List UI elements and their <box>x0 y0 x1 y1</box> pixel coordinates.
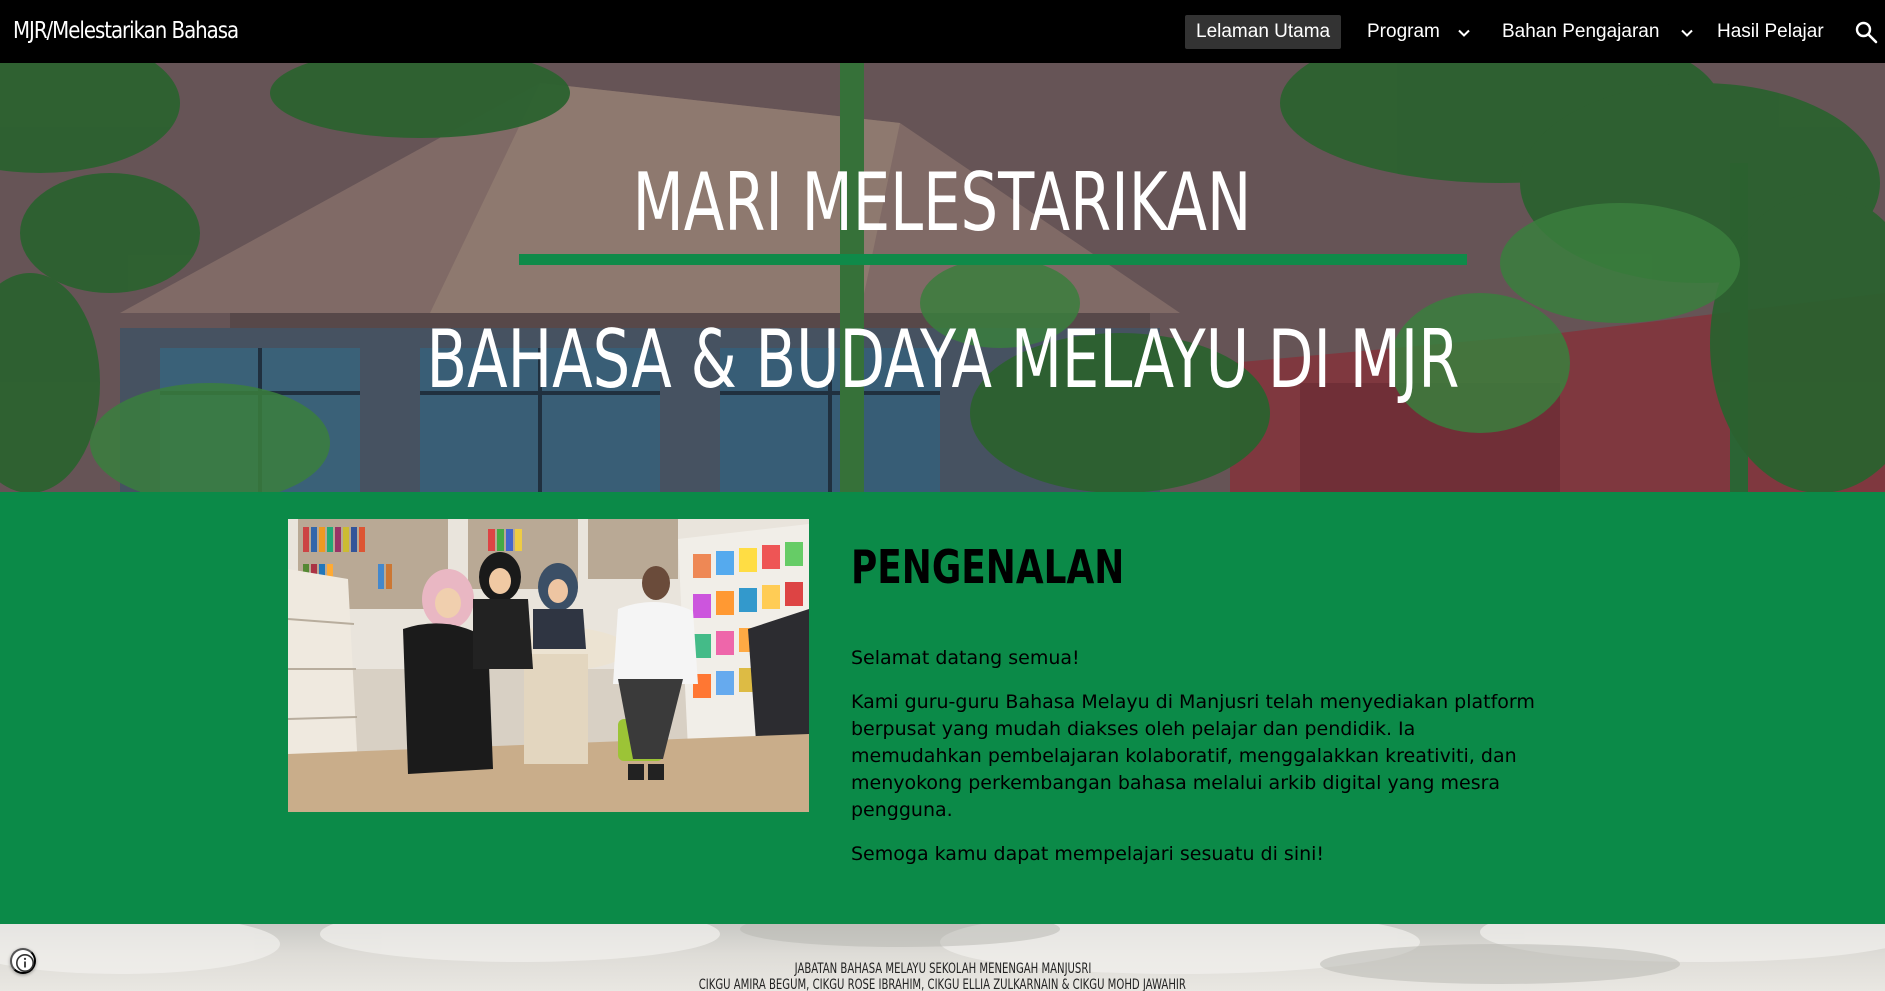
footer-teachers: CIKGU AMIRA BEGUM, CIKGU ROSE IBRAHIM, C… <box>698 977 1187 991</box>
introduction-section: PENGENALAN Selamat datang semua! Kami gu… <box>0 492 1885 924</box>
site-title[interactable]: MJR/Melestarikan Bahasa <box>13 18 239 44</box>
top-navigation-bar: MJR/Melestarikan Bahasa Lelaman Utama Pr… <box>0 0 1885 63</box>
footer-department: JABATAN BAHASA MELAYU SEKOLAH MENENGAH M… <box>794 961 1091 977</box>
nav-item-program[interactable]: Program <box>1367 15 1440 49</box>
nav-item-lelaman-utama[interactable]: Lelaman Utama <box>1185 15 1342 49</box>
chevron-down-icon[interactable] <box>1680 26 1694 40</box>
search-icon[interactable] <box>1854 20 1878 44</box>
hero-title-line-1: MARI MELESTARIKAN <box>633 156 1252 249</box>
intro-heading: PENGENALAN <box>851 540 1125 594</box>
intro-paragraph-greeting: Selamat datang semua! <box>851 647 1080 669</box>
intro-paragraph-closing: Semoga kamu dapat mempelajari sesuatu di… <box>851 843 1325 865</box>
hero-background-illustration <box>0 63 1885 492</box>
library-group-photo[interactable] <box>288 519 809 812</box>
hero-divider <box>519 254 1467 265</box>
intro-body: Selamat datang semua! Kami guru-guru Bah… <box>851 645 1551 885</box>
nav-item-hasil-pelajar[interactable]: Hasil Pelajar <box>1717 15 1824 49</box>
nav-item-bahan-pengajaran[interactable]: Bahan Pengajaran <box>1502 15 1659 49</box>
hero-title-line-2: BAHASA & BUDAYA MELAYU DI MJR <box>426 313 1459 406</box>
chevron-down-icon[interactable] <box>1457 26 1471 40</box>
intro-paragraph-description: Kami guru-guru Bahasa Melayu di Manjusri… <box>851 691 1535 821</box>
hero-banner: MARI MELESTARIKAN BAHASA & BUDAYA MELAYU… <box>0 63 1885 492</box>
page-footer: JABATAN BAHASA MELAYU SEKOLAH MENENGAH M… <box>0 924 1885 991</box>
